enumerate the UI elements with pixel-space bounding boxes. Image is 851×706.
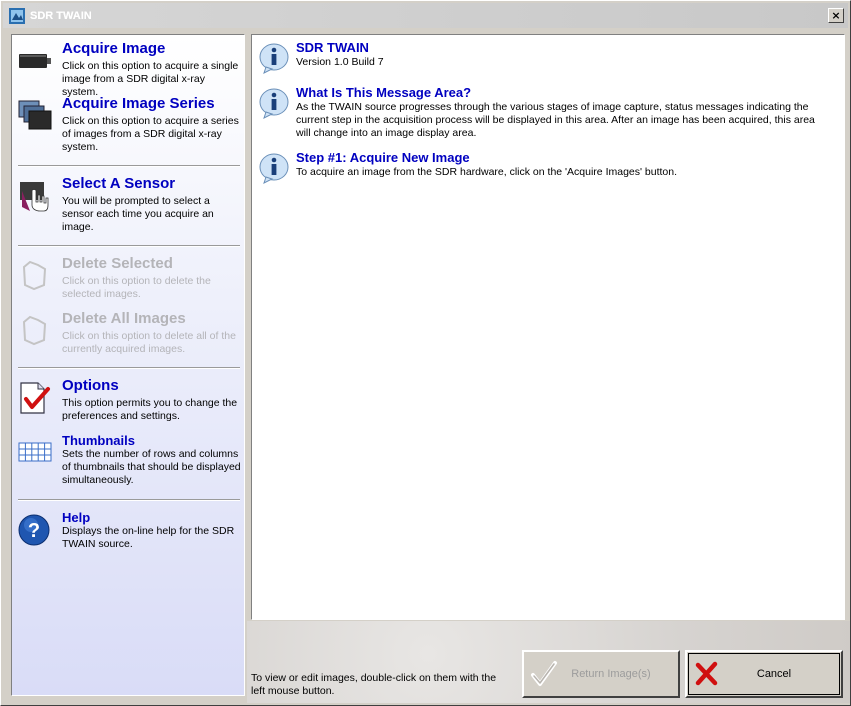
sidebar-item-delete-all-images[interactable]: Delete All Images Click on this option t… <box>16 310 244 362</box>
sidebar-divider <box>18 367 240 369</box>
grid-icon <box>18 442 52 462</box>
window-title: SDR TWAIN <box>30 9 92 22</box>
close-button[interactable]: × <box>828 8 844 23</box>
message-title: Step #1: Acquire New Image <box>296 150 470 165</box>
sidebar-item-desc: You will be prompted to select a sensor … <box>62 195 214 233</box>
sidebar-item-title: Thumbnails <box>62 433 135 448</box>
camera-icon <box>19 54 51 68</box>
sidebar-item-title: Delete All Images <box>62 310 186 327</box>
return-images-label: Return Image(s) <box>571 668 651 680</box>
svg-text:?: ? <box>28 520 40 542</box>
app-icon <box>9 7 25 24</box>
sidebar-item-title: Delete Selected <box>62 255 173 272</box>
options-check-icon <box>20 382 50 414</box>
sidebar-item-desc: Displays the on-line help for the SDR TW… <box>62 525 235 550</box>
message-text: To acquire an image from the SDR hardwar… <box>296 166 678 178</box>
sidebar-divider <box>18 165 240 167</box>
message-item: Step #1: Acquire New Image To acquire an… <box>258 150 838 190</box>
sidebar-item-title: Select A Sensor <box>62 175 176 192</box>
sidebar-divider <box>18 245 240 247</box>
cancel-button[interactable]: Cancel <box>685 650 843 698</box>
help-icon: ? <box>18 514 50 546</box>
sidebar-item-title: Acquire Image <box>62 40 166 57</box>
sdr-twain-window: SDR TWAIN × Acquire Image Click on this … <box>0 0 851 706</box>
sidebar-item-delete-selected[interactable]: Delete Selected Click on this option to … <box>16 255 244 307</box>
sidebar-item-title: Help <box>62 510 91 525</box>
sidebar-item-options[interactable]: Options This option permits you to chang… <box>16 377 244 429</box>
sidebar-item-title: Acquire Image Series <box>62 95 215 112</box>
sidebar-item-desc: This option permits you to change the pr… <box>62 397 238 422</box>
sidebar-item-thumbnails[interactable]: Thumbnails Sets the number of rows and c… <box>16 433 244 489</box>
message-title: What Is This Message Area? <box>296 85 472 100</box>
sidebar-item-help[interactable]: ? Help Displays the on-line help for the… <box>16 510 244 556</box>
check-icon <box>531 661 557 686</box>
cancel-label: Cancel <box>756 668 792 680</box>
info-icon <box>259 153 289 184</box>
sidebar-item-desc: Click on this option to acquire a single… <box>62 60 239 98</box>
sidebar-item-desc: Sets the number of rows and columns of t… <box>62 448 241 486</box>
info-icon <box>259 43 289 74</box>
sidebar-item-desc: Click on this option to delete all of th… <box>62 330 236 355</box>
sidebar-divider <box>18 499 240 501</box>
footer-hint: To view or edit images, double-click on … <box>251 672 497 697</box>
sidebar-item-acquire-image-series[interactable]: Acquire Image Series Click on this optio… <box>16 95 244 157</box>
info-icon <box>259 88 289 119</box>
image-series-icon <box>18 100 52 130</box>
return-images-button[interactable]: Return Image(s) <box>522 650 680 698</box>
sidebar-item-desc: Click on this option to delete the selec… <box>62 275 211 300</box>
sidebar-item-acquire-image[interactable]: Acquire Image Click on this option to ac… <box>16 40 244 98</box>
delete-all-icon <box>22 315 47 346</box>
message-item: SDR TWAIN Version 1.0 Build 7 <box>258 40 838 80</box>
message-title: SDR TWAIN <box>296 40 369 55</box>
sidebar-item-title: Options <box>62 377 119 394</box>
delete-icon <box>22 260 47 291</box>
message-text: As the TWAIN source progresses through t… <box>296 101 815 139</box>
red-x-icon <box>695 661 718 686</box>
task-sidebar: Acquire Image Click on this option to ac… <box>11 34 245 696</box>
footer-panel: To view or edit images, double-click on … <box>247 621 850 703</box>
title-bar[interactable]: SDR TWAIN × <box>3 3 848 28</box>
message-text: Version 1.0 Build 7 <box>296 56 384 68</box>
message-area: SDR TWAIN Version 1.0 Build 7 What Is Th… <box>251 34 845 620</box>
sidebar-item-select-sensor[interactable]: Select A Sensor You will be prompted to … <box>16 175 244 235</box>
close-icon: × <box>831 9 841 22</box>
sensor-hand-icon <box>20 182 49 212</box>
sidebar-item-desc: Click on this option to acquire a series… <box>62 115 239 153</box>
message-item: What Is This Message Area? As the TWAIN … <box>258 85 838 147</box>
